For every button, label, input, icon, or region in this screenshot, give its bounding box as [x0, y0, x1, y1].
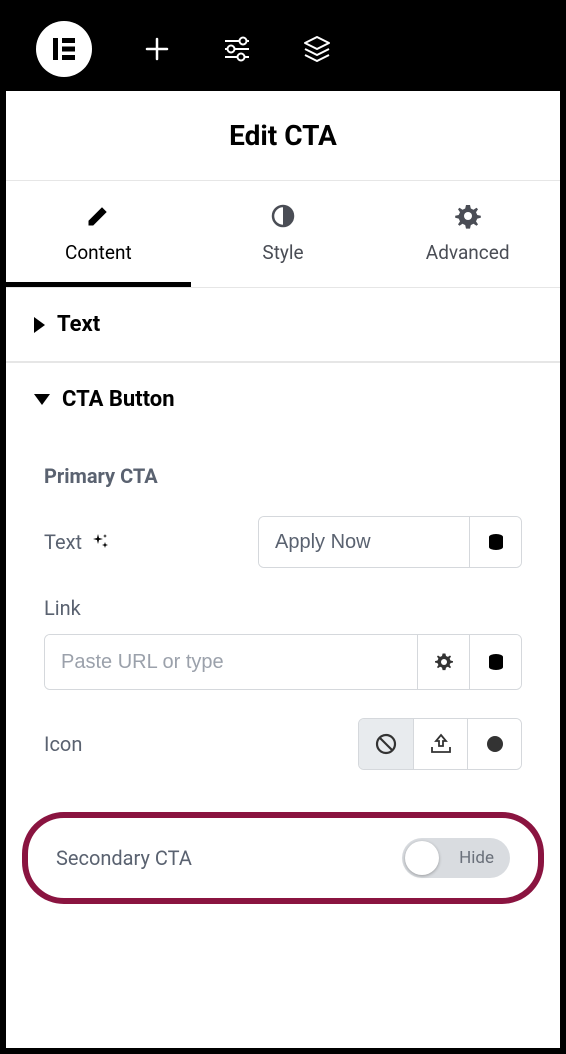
section-cta-button-title: CTA Button	[62, 387, 175, 412]
section-cta-button-header[interactable]: CTA Button	[6, 363, 560, 436]
elementor-logo[interactable]	[36, 21, 92, 77]
upload-icon	[429, 733, 453, 755]
icon-row: Icon	[44, 718, 522, 770]
text-dynamic-button[interactable]	[469, 517, 521, 567]
text-label-text: Text	[44, 530, 82, 554]
primary-cta-heading: Primary CTA	[44, 464, 522, 488]
pencil-icon	[86, 204, 110, 228]
tab-style-label: Style	[191, 241, 376, 264]
link-block: Link	[44, 596, 522, 690]
sparkle-icon[interactable]	[92, 533, 110, 551]
secondary-cta-label: Secondary CTA	[56, 846, 192, 870]
icon-picker	[358, 718, 522, 770]
database-icon	[487, 653, 505, 671]
tab-style[interactable]: Style	[191, 181, 376, 287]
layers-icon	[302, 35, 332, 63]
icon-label: Icon	[44, 732, 82, 756]
tab-content[interactable]: Content	[6, 181, 191, 287]
icon-option-library[interactable]	[467, 719, 521, 769]
tab-advanced[interactable]: Advanced	[375, 181, 560, 287]
cta-button-body: Primary CTA Text Link	[6, 436, 560, 800]
topbar	[6, 6, 560, 91]
text-input[interactable]	[259, 517, 469, 567]
gear-icon	[455, 203, 481, 229]
link-input-group	[44, 634, 522, 690]
toggle-state-label: Hide	[459, 848, 494, 868]
caret-right-icon	[34, 317, 45, 333]
link-options-button[interactable]	[417, 635, 469, 689]
secondary-cta-highlight: Secondary CTA Hide	[22, 812, 544, 904]
structure-button[interactable]	[302, 34, 332, 64]
text-field-row: Text	[44, 516, 522, 568]
sliders-icon	[223, 36, 251, 62]
link-input[interactable]	[45, 635, 417, 689]
gear-icon	[434, 652, 454, 672]
icon-option-upload[interactable]	[413, 719, 467, 769]
section-text-title: Text	[57, 312, 100, 337]
icon-option-none[interactable]	[359, 719, 413, 769]
settings-button[interactable]	[222, 34, 252, 64]
section-text-header[interactable]: Text	[6, 288, 560, 363]
plus-icon	[144, 36, 170, 62]
panel-title: Edit CTA	[6, 91, 560, 181]
contrast-icon	[271, 204, 295, 228]
link-label: Link	[44, 596, 522, 620]
link-dynamic-button[interactable]	[469, 635, 521, 689]
tab-advanced-label: Advanced	[375, 241, 560, 264]
text-input-group	[258, 516, 522, 568]
text-field-label: Text	[44, 530, 134, 554]
circle-icon	[485, 734, 505, 754]
tab-content-label: Content	[6, 241, 191, 264]
tabs: Content Style Advanced	[6, 181, 560, 288]
elementor-icon	[51, 36, 77, 62]
none-icon	[375, 733, 397, 755]
add-button[interactable]	[142, 34, 172, 64]
caret-down-icon	[34, 394, 50, 405]
database-icon	[487, 533, 505, 551]
secondary-cta-toggle[interactable]: Hide	[402, 838, 510, 878]
toggle-knob	[405, 841, 439, 875]
